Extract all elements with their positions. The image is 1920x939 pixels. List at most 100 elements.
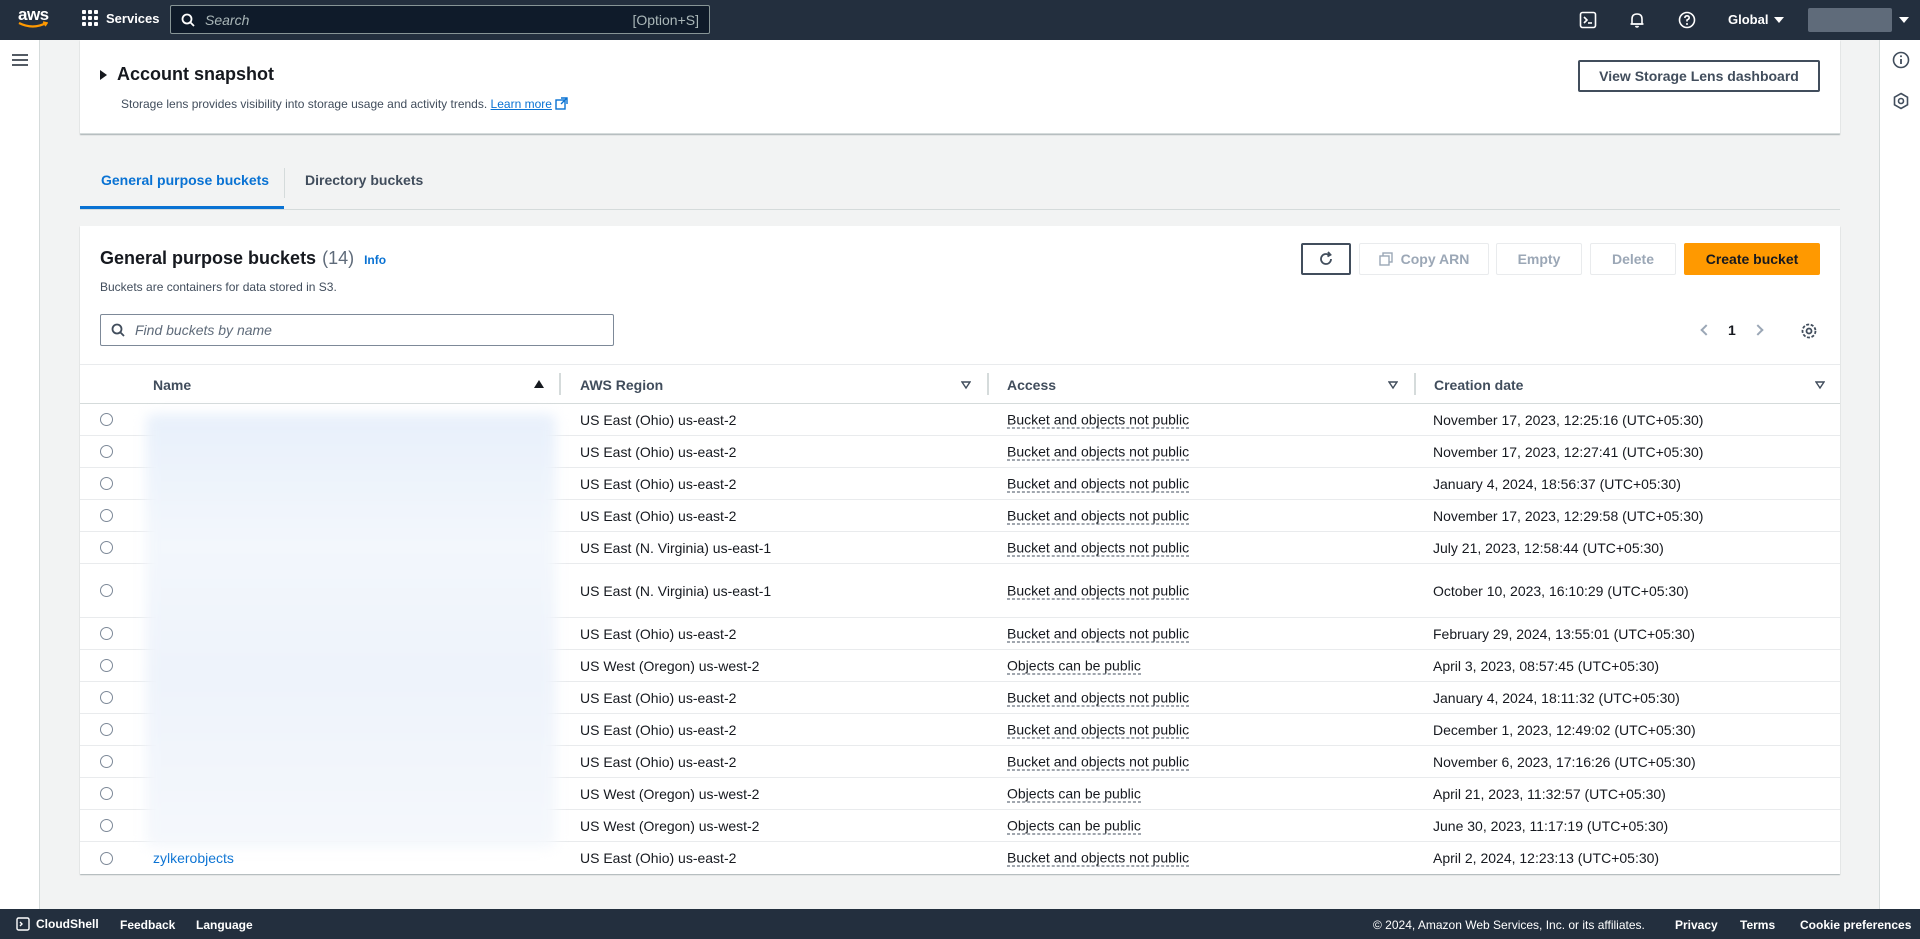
account-caret-down-icon[interactable] — [1899, 17, 1909, 23]
account-menu[interactable] — [1808, 8, 1892, 32]
terms-link[interactable]: Terms — [1740, 918, 1775, 932]
bucket-access[interactable]: Objects can be public — [1007, 817, 1141, 834]
row-select-radio[interactable] — [100, 819, 113, 832]
previous-page-icon[interactable] — [1700, 324, 1712, 336]
current-page[interactable]: 1 — [1728, 322, 1736, 338]
aws-logo[interactable]: aws — [18, 6, 50, 32]
bucket-access[interactable]: Bucket and objects not public — [1007, 850, 1190, 867]
active-tab-indicator — [80, 206, 284, 209]
table-header: Name AWS Region Access Creation date — [80, 364, 1840, 404]
bucket-creation-date: January 4, 2024, 18:11:32 (UTC+05:30) — [1433, 689, 1680, 706]
bucket-creation-date: December 1, 2023, 12:49:02 (UTC+05:30) — [1433, 721, 1696, 738]
notifications-bell-icon[interactable] — [1627, 10, 1647, 30]
bucket-access[interactable]: Bucket and objects not public — [1007, 443, 1190, 460]
sort-ascending-icon[interactable] — [534, 380, 544, 388]
account-snapshot-toggle[interactable]: Account snapshot — [100, 64, 274, 85]
refresh-button[interactable] — [1301, 243, 1351, 275]
view-storage-lens-button[interactable]: View Storage Lens dashboard — [1578, 60, 1820, 92]
row-select-radio[interactable] — [100, 659, 113, 672]
region-selector[interactable]: Global — [1728, 12, 1785, 27]
bucket-access[interactable]: Bucket and objects not public — [1007, 721, 1190, 738]
bucket-region: US West (Oregon) us-west-2 — [580, 817, 760, 834]
row-select-radio[interactable] — [100, 627, 113, 640]
column-header-name[interactable]: Name — [153, 377, 191, 393]
cookie-preferences-link[interactable]: Cookie preferences — [1800, 918, 1911, 932]
bucket-type-tabs: General purpose buckets Directory bucket… — [80, 164, 1840, 210]
bucket-access[interactable]: Objects can be public — [1007, 657, 1141, 674]
row-select-radio[interactable] — [100, 723, 113, 736]
bucket-access[interactable]: Bucket and objects not public — [1007, 582, 1190, 599]
hamburger-menu-icon[interactable] — [12, 54, 28, 66]
row-select-radio[interactable] — [100, 755, 113, 768]
column-resizer[interactable] — [987, 373, 989, 395]
bucket-creation-date: October 10, 2023, 16:10:29 (UTC+05:30) — [1433, 582, 1689, 599]
global-search[interactable]: Search [Option+S] — [170, 5, 710, 34]
tab-directory-buckets[interactable]: Directory buckets — [305, 172, 423, 188]
find-buckets-input[interactable] — [135, 322, 603, 338]
copy-arn-button[interactable]: Copy ARN — [1359, 243, 1489, 275]
right-rail — [1879, 40, 1920, 909]
info-panel-icon[interactable] — [1892, 51, 1910, 69]
bucket-access[interactable]: Bucket and objects not public — [1007, 753, 1190, 770]
sort-icon[interactable] — [961, 380, 971, 390]
services-menu-button[interactable]: Services — [82, 10, 160, 26]
help-icon[interactable] — [1677, 10, 1697, 30]
bucket-access[interactable]: Bucket and objects not public — [1007, 539, 1190, 556]
bucket-access[interactable]: Objects can be public — [1007, 785, 1141, 802]
tools-hexagon-icon[interactable] — [1892, 92, 1910, 110]
bucket-creation-date: November 17, 2023, 12:29:58 (UTC+05:30) — [1433, 507, 1704, 524]
row-select-radio[interactable] — [100, 413, 113, 426]
bucket-access[interactable]: Bucket and objects not public — [1007, 689, 1190, 706]
table-settings-gear-icon[interactable] — [1800, 322, 1818, 340]
bucket-region: US East (N. Virginia) us-east-1 — [580, 539, 772, 556]
next-page-icon[interactable] — [1752, 324, 1764, 336]
bucket-region: US East (Ohio) us-east-2 — [580, 689, 737, 706]
cloudshell-footer-button[interactable]: CloudShell — [16, 917, 99, 931]
create-bucket-button[interactable]: Create bucket — [1684, 243, 1820, 275]
bucket-access[interactable]: Bucket and objects not public — [1007, 625, 1190, 642]
info-link[interactable]: Info — [364, 253, 386, 267]
account-snapshot-panel: Account snapshot Storage lens provides v… — [80, 40, 1840, 134]
row-select-radio[interactable] — [100, 851, 113, 865]
row-select-radio[interactable] — [100, 445, 113, 458]
row-select-radio[interactable] — [100, 509, 113, 522]
column-header-creation-date[interactable]: Creation date — [1434, 377, 1523, 393]
sort-icon[interactable] — [1388, 380, 1398, 390]
row-select-radio[interactable] — [100, 691, 113, 704]
tab-general-purpose-buckets[interactable]: General purpose buckets — [101, 172, 269, 188]
caret-right-icon — [100, 69, 107, 80]
learn-more-link[interactable]: Learn more — [491, 97, 552, 111]
bucket-region: US East (N. Virginia) us-east-1 — [580, 582, 772, 599]
column-resizer[interactable] — [559, 373, 561, 395]
panel-header: General purpose buckets (14) Info — [100, 248, 386, 269]
language-link[interactable]: Language — [196, 918, 253, 932]
privacy-link[interactable]: Privacy — [1675, 918, 1718, 932]
bucket-access[interactable]: Bucket and objects not public — [1007, 411, 1190, 428]
column-resizer[interactable] — [1414, 373, 1416, 395]
delete-button[interactable]: Delete — [1590, 243, 1676, 275]
terminal-icon — [16, 917, 30, 931]
search-icon — [181, 13, 195, 27]
row-select-radio[interactable] — [100, 541, 113, 554]
feedback-link[interactable]: Feedback — [120, 918, 175, 932]
search-placeholder: Search — [205, 11, 250, 28]
bucket-filter[interactable] — [100, 314, 614, 346]
bucket-creation-date: April 21, 2023, 11:32:57 (UTC+05:30) — [1433, 785, 1666, 802]
bucket-name-link[interactable]: zylkerobjects — [153, 850, 234, 866]
bucket-region: US East (Ohio) us-east-2 — [580, 475, 737, 492]
empty-button[interactable]: Empty — [1496, 243, 1582, 275]
redacted-bucket-names — [146, 414, 556, 848]
row-select-radio[interactable] — [100, 584, 113, 597]
cloudshell-icon[interactable] — [1578, 10, 1598, 30]
column-header-region[interactable]: AWS Region — [580, 377, 663, 393]
sort-icon[interactable] — [1815, 380, 1825, 390]
bucket-access[interactable]: Bucket and objects not public — [1007, 475, 1190, 492]
bucket-access[interactable]: Bucket and objects not public — [1007, 507, 1190, 524]
external-link-icon — [555, 97, 568, 110]
left-rail — [0, 40, 40, 909]
top-navigation: aws Services Search [Option+S] Global — [0, 0, 1920, 40]
row-select-radio[interactable] — [100, 787, 113, 800]
column-header-access[interactable]: Access — [1007, 377, 1056, 393]
row-select-radio[interactable] — [100, 477, 113, 490]
bucket-region: US West (Oregon) us-west-2 — [580, 657, 760, 674]
